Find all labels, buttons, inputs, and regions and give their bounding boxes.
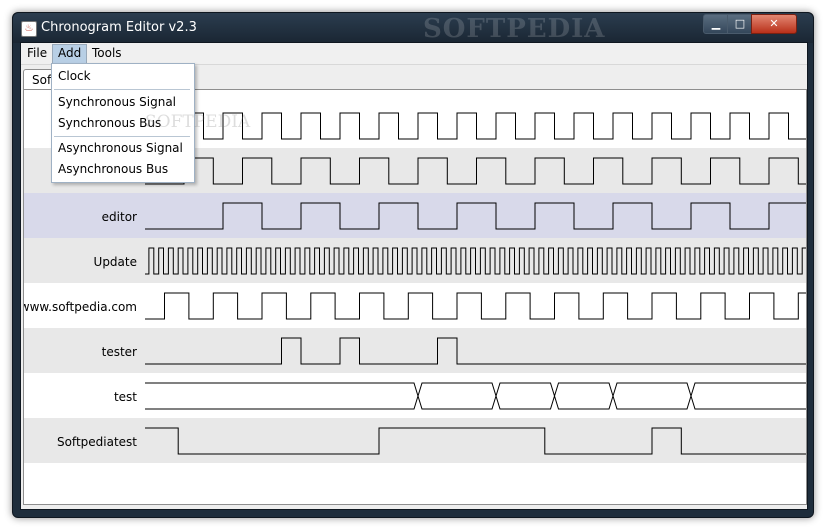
signal-label[interactable]: Softpediatest	[57, 435, 137, 449]
signal-row-band[interactable]	[24, 328, 806, 373]
menu-item-synchronous-signal[interactable]: Synchronous Signal	[52, 92, 192, 112]
softpedia-watermark: SOFTPEDIA	[423, 14, 606, 44]
close-button[interactable]: ✕	[751, 14, 797, 34]
menu-separator	[54, 89, 190, 90]
signal-label[interactable]: editor	[102, 210, 137, 224]
java-app-icon: ♨	[21, 21, 37, 37]
menu-item-asynchronous-signal[interactable]: Asynchronous Signal	[52, 138, 192, 158]
menu-bar: File Add Tools	[21, 43, 807, 65]
signal-label[interactable]: tester	[102, 345, 137, 359]
menu-tools[interactable]: Tools	[87, 44, 127, 63]
signal-label[interactable]: Update	[94, 255, 137, 269]
menu-item-clock[interactable]: Clock	[52, 66, 192, 86]
minimize-button[interactable]: ▁	[703, 14, 729, 34]
title-bar[interactable]: ♨ Chronogram Editor v2.3 SOFTPEDIA ▁ □ ✕	[13, 13, 813, 44]
signal-label[interactable]: www.softpedia.com	[24, 300, 137, 314]
menu-watermark: SOFTPEDIA	[145, 112, 251, 132]
signal-row-band[interactable]	[24, 418, 806, 463]
signal-row-selected[interactable]	[24, 193, 806, 238]
add-menu-dropdown: Clock Synchronous Signal Synchronous Bus…	[51, 63, 250, 183]
menu-add[interactable]: Add	[52, 44, 88, 65]
waveform-clock[interactable]	[145, 292, 806, 320]
waveform-bus[interactable]	[145, 382, 806, 410]
menu-separator	[54, 136, 190, 137]
maximize-button[interactable]: □	[727, 14, 753, 34]
signal-label[interactable]: test	[114, 390, 137, 404]
menu-file[interactable]: File	[22, 44, 52, 63]
menu-item-asynchronous-bus[interactable]: Asynchronous Bus	[52, 159, 192, 179]
signal-row-band[interactable]	[24, 238, 806, 283]
window-title: Chronogram Editor v2.3	[41, 20, 197, 35]
